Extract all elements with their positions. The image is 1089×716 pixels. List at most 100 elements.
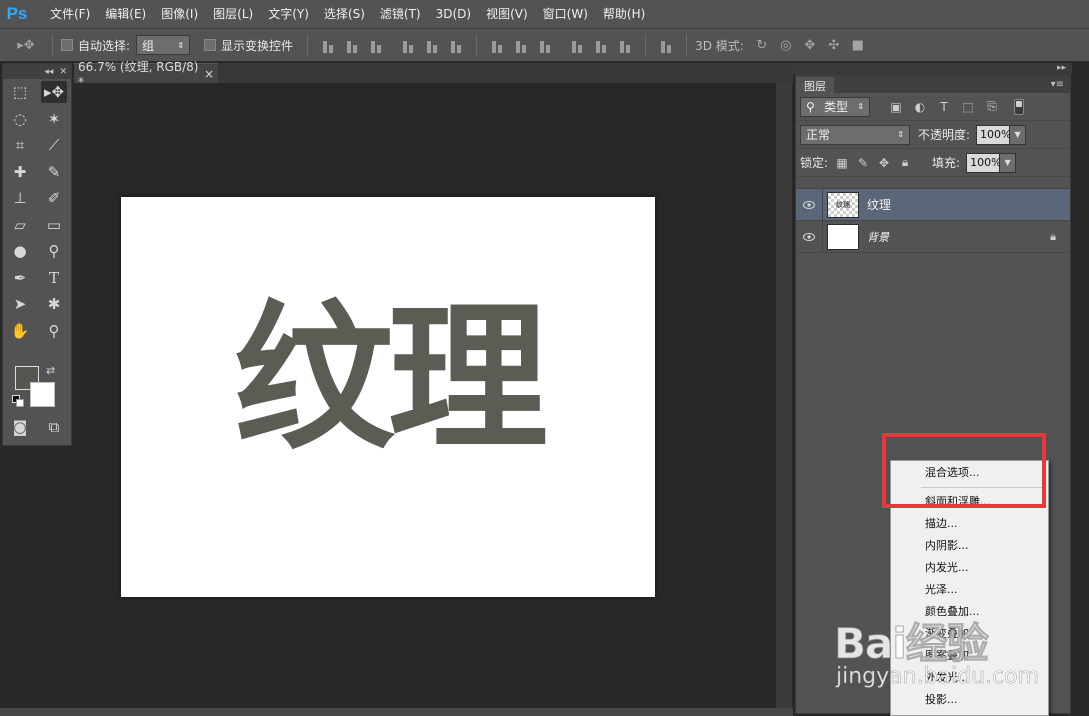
align-bottom-icon[interactable] (368, 37, 384, 53)
auto-select-checkbox[interactable] (61, 39, 73, 51)
smart-object-filter-icon[interactable]: ⎘ (985, 99, 999, 114)
dodge-tool-icon[interactable]: ⚲ (41, 240, 67, 262)
default-colors-icon[interactable] (12, 395, 24, 407)
crop-tool-icon[interactable]: ⌗ (7, 134, 33, 156)
align-top-icon[interactable] (320, 37, 336, 53)
healing-brush-tool-icon[interactable]: ✚ (7, 161, 33, 183)
pixel-filter-icon[interactable]: ▣ (889, 100, 903, 114)
opacity-field[interactable]: 100% (976, 124, 1012, 145)
distribute-bottom-icon[interactable] (537, 37, 553, 53)
brush-tool-icon[interactable]: ✎ (41, 161, 67, 183)
menu-3d[interactable]: 3D(D) (430, 0, 477, 28)
align-vcenter-icon[interactable] (344, 37, 360, 53)
lock-pixels-icon[interactable]: ✎ (855, 155, 871, 171)
auto-align-icon[interactable] (658, 37, 674, 53)
menu-item-gradient-overlay[interactable]: 渐变叠加... (891, 623, 1048, 645)
lasso-tool-icon[interactable]: ◌ (7, 108, 33, 130)
filter-toggle-switch[interactable] (1014, 98, 1024, 115)
type-filter-icon[interactable]: T (937, 100, 951, 114)
screen-mode-icon[interactable]: ⧉ (41, 416, 67, 438)
close-icon[interactable]: × (204, 67, 214, 81)
marquee-tool-icon[interactable]: ⬚ (7, 81, 33, 103)
chevron-down-icon[interactable]: ▼ (1010, 124, 1027, 145)
lock-position-icon[interactable]: ✥ (876, 155, 892, 171)
menu-item-satin[interactable]: 光泽... (891, 579, 1048, 601)
menu-item-pattern-overlay[interactable]: 图案叠加... (891, 645, 1048, 667)
rotate-3d-icon[interactable]: ↻ (753, 36, 771, 54)
quick-mask-icon[interactable]: ◙ (7, 416, 33, 438)
shape-filter-icon[interactable]: ⬚ (961, 100, 975, 114)
hand-tool-icon[interactable]: ✋ (7, 320, 33, 342)
clone-stamp-tool-icon[interactable]: ⊥ (7, 187, 33, 209)
slide-3d-icon[interactable]: ✣ (825, 36, 843, 54)
menu-help[interactable]: 帮助(H) (597, 0, 651, 28)
fill-field[interactable]: 100% (966, 152, 1002, 173)
distribute-hcenter-icon[interactable] (593, 37, 609, 53)
visibility-eye-icon[interactable] (796, 200, 822, 209)
eraser-tool-icon[interactable]: ▱ (7, 214, 33, 236)
menu-item-color-overlay[interactable]: 颜色叠加... (891, 601, 1048, 623)
layer-row-texture[interactable]: 纹理 纹理 (796, 188, 1070, 221)
layer-name[interactable]: 纹理 (867, 196, 891, 213)
lock-all-icon[interactable]: 🔒︎ (897, 155, 913, 171)
menu-window[interactable]: 窗口(W) (537, 0, 594, 28)
distribute-right-icon[interactable] (617, 37, 633, 53)
panel-menu-icon[interactable]: ▾≡ (1051, 77, 1070, 93)
document-tab[interactable]: 66.7% (纹理, RGB/8) * × (74, 60, 218, 89)
move-tool-icon[interactable]: ▸✥ (41, 81, 67, 104)
menu-layer[interactable]: 图层(L) (207, 0, 259, 28)
canvas-area[interactable]: 纹理 (74, 83, 776, 716)
blur-tool-icon[interactable]: ● (7, 240, 33, 262)
menu-view[interactable]: 视图(V) (480, 0, 534, 28)
menu-item-inner-glow[interactable]: 内发光... (891, 557, 1048, 579)
menu-item-inner-shadow[interactable]: 内阴影... (891, 535, 1048, 557)
eyedropper-tool-icon[interactable]: ⟋ (41, 134, 67, 156)
align-left-icon[interactable] (400, 37, 416, 53)
drag-3d-icon[interactable]: ✥ (801, 36, 819, 54)
menu-image[interactable]: 图像(I) (155, 0, 204, 28)
menu-type[interactable]: 文字(Y) (262, 0, 315, 28)
close-icon[interactable]: ✕ (59, 67, 67, 77)
path-selection-tool-icon[interactable]: ➤ (7, 293, 33, 315)
swap-colors-icon[interactable]: ⇄ (46, 364, 55, 377)
history-brush-tool-icon[interactable]: ✐ (41, 187, 67, 209)
layer-row-background[interactable]: 背景 🔒︎ (796, 220, 1070, 253)
zoom-tool-icon[interactable]: ⚲ (41, 320, 67, 342)
show-transform-checkbox[interactable] (204, 39, 217, 51)
collapse-icon[interactable]: ◂◂ (44, 67, 53, 77)
filter-kind-dropdown[interactable]: ⚲ 类型 ⇕ (800, 96, 870, 117)
menu-select[interactable]: 选择(S) (318, 0, 371, 28)
magic-wand-tool-icon[interactable]: ✶ (41, 108, 67, 130)
menu-item-drop-shadow[interactable]: 投影... (891, 689, 1048, 711)
gradient-tool-icon[interactable]: ▭ (41, 214, 67, 236)
auto-select-dropdown[interactable]: 组 ⇕ (136, 35, 191, 55)
menu-item-stroke[interactable]: 描边... (891, 513, 1048, 535)
lock-transparency-icon[interactable]: ▦ (834, 155, 850, 171)
align-right-icon[interactable] (448, 37, 464, 53)
scale-3d-icon[interactable]: ■ (849, 36, 867, 54)
tab-layers[interactable]: 图层 (796, 77, 834, 93)
type-tool-icon[interactable]: T (41, 267, 67, 289)
adjustment-filter-icon[interactable]: ◐ (913, 100, 927, 114)
chevron-down-icon[interactable]: ▼ (1000, 152, 1017, 173)
align-hcenter-icon[interactable] (424, 37, 440, 53)
document-canvas[interactable]: 纹理 (121, 197, 655, 597)
roll-3d-icon[interactable]: ◎ (777, 36, 795, 54)
menu-edit[interactable]: 编辑(E) (99, 0, 152, 28)
background-color-swatch[interactable] (30, 382, 55, 407)
distribute-vcenter-icon[interactable] (513, 37, 529, 53)
menu-item-outer-glow[interactable]: 外发光... (891, 667, 1048, 689)
vertical-scrollbar[interactable] (776, 83, 792, 713)
pen-tool-icon[interactable]: ✒ (7, 267, 33, 289)
custom-shape-tool-icon[interactable]: ✱ (41, 293, 67, 315)
menu-file[interactable]: 文件(F) (44, 0, 96, 28)
layer-name[interactable]: 背景 (867, 229, 889, 245)
menu-bar: Ps 文件(F) 编辑(E) 图像(I) 图层(L) 文字(Y) 选择(S) 滤… (0, 0, 1089, 28)
distribute-top-icon[interactable] (489, 37, 505, 53)
menu-filter[interactable]: 滤镜(T) (374, 0, 427, 28)
distribute-left-icon[interactable] (569, 37, 585, 53)
move-tool-preset-icon[interactable]: ▸✥ (11, 36, 41, 54)
expand-icon[interactable]: ▸▸ (1057, 63, 1066, 73)
visibility-eye-icon[interactable] (796, 232, 822, 241)
blend-mode-dropdown[interactable]: 正常 ⇕ (800, 124, 910, 145)
